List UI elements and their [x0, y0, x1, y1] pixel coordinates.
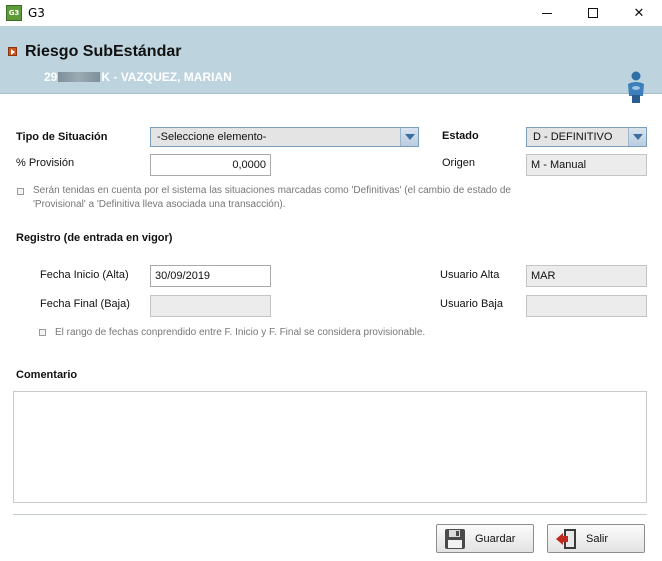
user-icon[interactable] [625, 70, 647, 104]
header-band: Riesgo SubEstándar 29 K - VAZQUEZ, MARIAN [0, 26, 662, 103]
comentario-textarea[interactable] [13, 391, 647, 503]
fecha-inicio-input[interactable]: 30/09/2019 [150, 265, 271, 287]
tipo-situacion-value: -Seleccione elemento- [157, 131, 267, 143]
registro-heading: Registro (de entrada en vigor) [16, 232, 173, 244]
close-button[interactable]: ✕ [616, 0, 662, 26]
note-bullet-icon [17, 188, 24, 195]
usuario-baja-label: Usuario Baja [440, 298, 503, 310]
chevron-down-icon[interactable] [628, 128, 646, 146]
header-bullet-icon [8, 47, 17, 56]
window-title: G3 [28, 6, 45, 20]
definitivas-note: Serán tenidas en cuenta por el sistema l… [33, 184, 511, 212]
window-titlebar: G3 G3 ✕ [0, 0, 662, 26]
footer-divider [13, 514, 647, 515]
usuario-alta-field: MAR [526, 265, 647, 287]
estado-select[interactable]: D - DEFINITIVO [526, 127, 647, 147]
definitivas-note-line2: 'Provisional' a 'Definitiva lleva asocia… [33, 199, 286, 210]
client-subtitle: 29 K - VAZQUEZ, MARIAN [44, 70, 232, 84]
fecha-final-label: Fecha Final (Baja) [40, 298, 130, 310]
floppy-disk-icon [445, 528, 465, 549]
usuario-baja-field [526, 295, 647, 317]
note-bullet-icon [39, 329, 46, 336]
maximize-button[interactable] [570, 0, 616, 26]
estado-value: D - DEFINITIVO [533, 131, 613, 143]
guardar-button[interactable]: Guardar [436, 524, 534, 553]
definitivas-note-line1: Serán tenidas en cuenta por el sistema l… [33, 185, 511, 196]
provision-input[interactable]: 0,0000 [150, 154, 271, 176]
salir-button[interactable]: Salir [547, 524, 645, 553]
usuario-alta-label: Usuario Alta [440, 269, 500, 281]
estado-label: Estado [442, 130, 479, 142]
guardar-label: Guardar [475, 532, 516, 545]
origen-label: Origen [442, 157, 476, 169]
redacted-block [58, 72, 101, 82]
provision-label: % Provisión [16, 157, 75, 169]
salir-label: Salir [586, 532, 609, 545]
origen-field: M - Manual [526, 154, 647, 176]
app-icon: G3 [6, 5, 22, 21]
maximize-icon [588, 8, 598, 18]
close-icon: ✕ [633, 5, 645, 21]
exit-door-icon [556, 528, 576, 549]
fecha-final-input[interactable] [150, 295, 271, 317]
tipo-situacion-select[interactable]: -Seleccione elemento- [150, 127, 419, 147]
chevron-down-icon[interactable] [400, 128, 418, 146]
page-title: Riesgo SubEstándar [25, 43, 182, 60]
minimize-icon [542, 12, 552, 14]
client-name: K - VAZQUEZ, MARIAN [101, 70, 232, 84]
fecha-inicio-label: Fecha Inicio (Alta) [40, 269, 129, 281]
rango-fechas-note: El rango de fechas conprendido entre F. … [55, 327, 426, 338]
client-id-prefix: 29 [44, 70, 58, 84]
tipo-situacion-label: Tipo de Situación [16, 131, 108, 143]
comentario-label: Comentario [16, 369, 78, 381]
minimize-button[interactable] [524, 0, 570, 26]
